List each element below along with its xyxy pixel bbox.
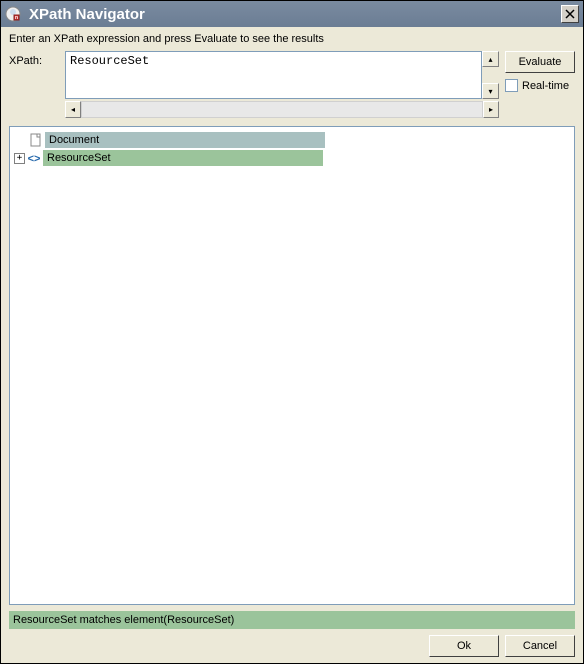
instruction-text: Enter an XPath expression and press Eval… [9,33,575,45]
cancel-button[interactable]: Cancel [505,635,575,657]
ok-button[interactable]: Ok [429,635,499,657]
scroll-track[interactable] [482,67,499,83]
status-text: ResourceSet matches element(ResourceSet) [13,614,234,626]
close-button[interactable] [561,5,579,23]
tree-row[interactable]: + <> ResourceSet [14,149,570,167]
xpath-navigator-window: n XPath Navigator Enter an XPath express… [0,0,584,664]
scroll-right-icon[interactable]: ▸ [483,101,499,118]
element-node-label[interactable]: ResourceSet [43,150,323,166]
xpath-horizontal-scrollbar[interactable]: ◂ ▸ [65,101,499,118]
realtime-label: Real-time [522,80,569,92]
svg-text:<>: <> [28,153,41,165]
result-tree[interactable]: Document + <> ResourceSet [9,126,575,605]
realtime-checkbox[interactable] [505,79,518,92]
dialog-button-bar: Ok Cancel [1,629,583,663]
scroll-track[interactable] [81,101,483,118]
scroll-left-icon[interactable]: ◂ [65,101,81,118]
xpath-input[interactable] [65,51,482,99]
scroll-down-icon[interactable]: ▾ [482,83,499,99]
input-area: Enter an XPath expression and press Eval… [1,27,583,126]
xpath-label: XPath: [9,51,59,67]
realtime-checkbox-row[interactable]: Real-time [505,79,575,92]
svg-text:n: n [15,15,18,21]
window-title: XPath Navigator [29,6,561,23]
scroll-up-icon[interactable]: ▴ [482,51,499,67]
titlebar[interactable]: n XPath Navigator [1,1,583,27]
tree-document-row[interactable]: Document [14,131,570,149]
expand-icon[interactable]: + [14,153,25,164]
document-node-label[interactable]: Document [45,132,325,148]
evaluate-button[interactable]: Evaluate [505,51,575,73]
status-bar: ResourceSet matches element(ResourceSet) [9,611,575,629]
app-icon: n [5,6,21,22]
xpath-vertical-scrollbar[interactable]: ▴ ▾ [482,51,499,99]
element-icon: <> [27,151,41,165]
document-icon [29,133,43,147]
